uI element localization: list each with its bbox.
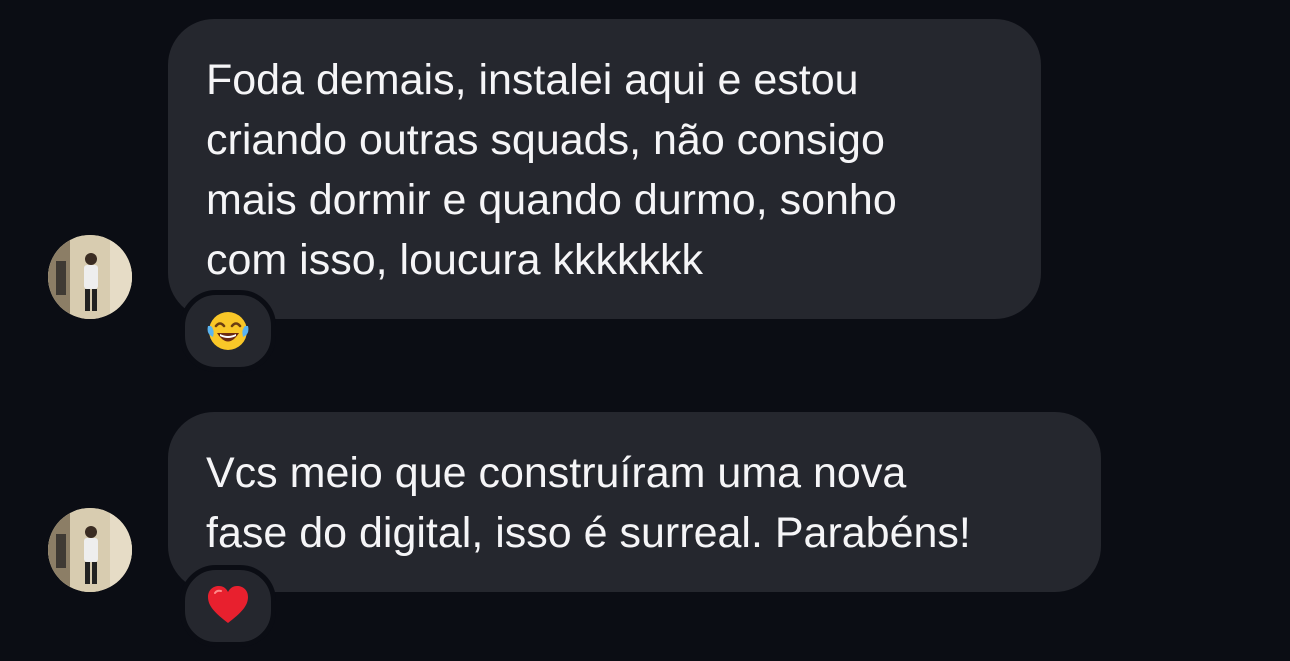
message-reaction[interactable] bbox=[180, 290, 276, 372]
message-reaction[interactable] bbox=[180, 565, 276, 647]
red-heart-emoji-icon bbox=[208, 586, 248, 623]
message-bubble[interactable]: Foda demais, instalei aqui e estou crian… bbox=[168, 19, 1041, 319]
face-with-tears-of-joy-emoji-icon bbox=[207, 312, 249, 350]
sender-avatar[interactable] bbox=[48, 508, 132, 592]
message-bubble[interactable]: Vcs meio que construíram uma nova fase d… bbox=[168, 412, 1101, 592]
sender-avatar[interactable] bbox=[48, 235, 132, 319]
